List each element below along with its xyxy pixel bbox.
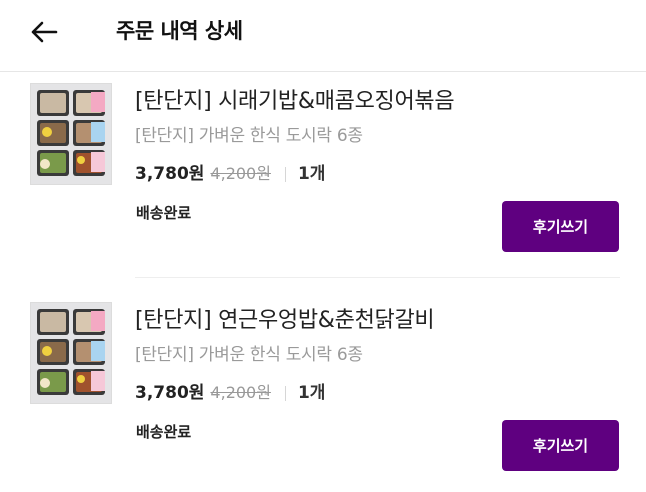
app-header: 주문 내역 상세 — [0, 0, 646, 72]
sale-price: 3,780원 — [135, 383, 205, 403]
page-title: 주문 내역 상세 — [116, 19, 243, 43]
sale-price: 3,780원 — [135, 164, 205, 184]
back-arrow-icon[interactable] — [28, 16, 60, 48]
divider — [284, 385, 286, 401]
order-item: [탄단지] 시래기밥&매콤오징어볶음 [탄단지] 가벼운 한식 도시락 6종 3… — [0, 73, 646, 273]
original-price: 4,200원 — [210, 164, 271, 183]
product-sub-name: [탄단지] 가벼운 한식 도시락 6종 — [135, 345, 363, 365]
quantity: 1개 — [297, 383, 326, 403]
item-divider — [135, 277, 620, 278]
product-name[interactable]: [탄단지] 시래기밥&매콤오징어볶음 — [135, 87, 455, 117]
price-row: 3,780원 4,200원 1개 — [135, 161, 325, 187]
product-sub-name: [탄단지] 가벼운 한식 도시락 6종 — [135, 126, 363, 146]
divider — [284, 166, 286, 182]
original-price: 4,200원 — [210, 383, 271, 402]
product-thumbnail[interactable] — [30, 83, 112, 185]
delivery-status: 배송완료 — [136, 423, 192, 441]
write-review-button[interactable]: 후기쓰기 — [502, 420, 619, 471]
product-thumbnail[interactable] — [30, 302, 112, 404]
product-name[interactable]: [탄단지] 연근우엉밥&춘천닭갈비 — [135, 306, 435, 336]
price-row: 3,780원 4,200원 1개 — [135, 380, 325, 406]
quantity: 1개 — [297, 164, 326, 184]
order-item: [탄단지] 연근우엉밥&춘천닭갈비 [탄단지] 가벼운 한식 도시락 6종 3,… — [0, 292, 646, 492]
write-review-button[interactable]: 후기쓰기 — [502, 201, 619, 252]
delivery-status: 배송완료 — [136, 204, 192, 222]
